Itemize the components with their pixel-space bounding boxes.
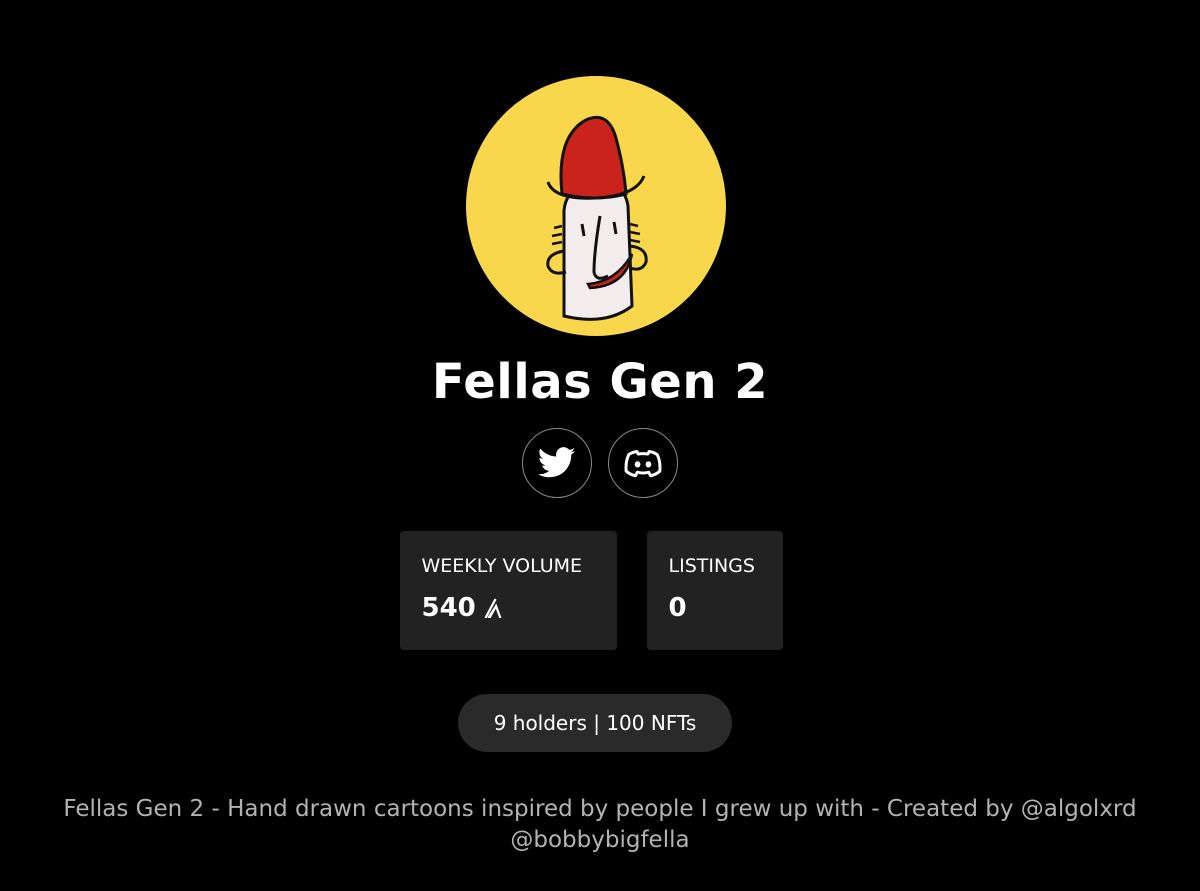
listings-label: LISTINGS — [668, 555, 755, 577]
listings-value: 0 — [668, 593, 687, 623]
algorand-icon — [484, 598, 502, 618]
twitter-button[interactable] — [522, 428, 592, 498]
weekly-volume-label: WEEKLY VOLUME — [421, 555, 583, 577]
weekly-volume-value-row: 540 — [422, 591, 595, 625]
discord-button[interactable] — [608, 428, 678, 498]
holders-summary-pill: 9 holders | 100 NFTs — [458, 694, 732, 752]
twitter-bird-icon — [538, 447, 576, 478]
collection-title: Fellas Gen 2 — [431, 354, 769, 410]
cartoon-fella-avatar — [466, 76, 726, 336]
listings-card: LISTINGS 0 — [646, 531, 783, 650]
social-links — [0, 428, 1200, 498]
collection-avatar — [466, 76, 726, 336]
stats-row: WEEKLY VOLUME 540 LISTINGS 0 — [0, 531, 1191, 650]
collection-description: Fellas Gen 2 - Hand drawn cartoons inspi… — [63, 796, 1137, 853]
weekly-volume-card: WEEKLY VOLUME 540 — [399, 531, 617, 650]
weekly-volume-value: 540 — [421, 593, 476, 623]
discord-icon — [624, 449, 662, 478]
